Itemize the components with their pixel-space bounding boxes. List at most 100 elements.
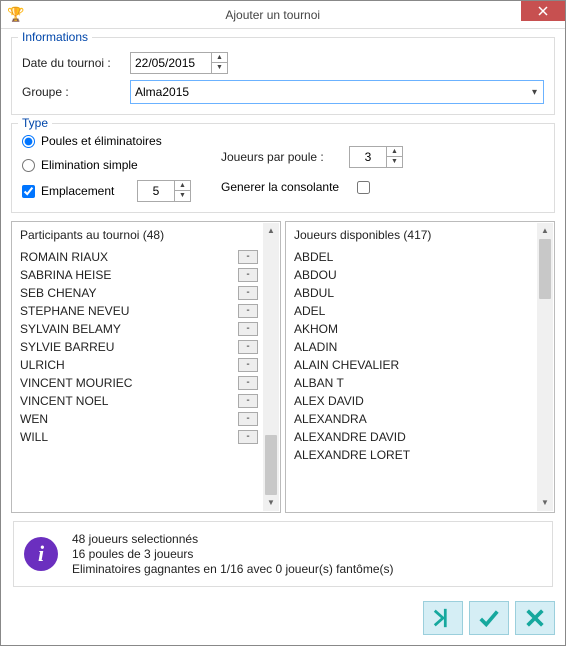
scroll-up-icon[interactable]: ▲ [537,223,553,239]
player-name: ABDOU [294,268,337,282]
checkbox-emplacement[interactable] [22,185,35,198]
list-item[interactable]: ABDOU [294,266,536,284]
remove-button[interactable]: - [238,268,258,282]
group-label: Groupe : [22,85,122,99]
list-item[interactable]: WEN - [20,410,262,428]
list-item[interactable]: ALAIN CHEVALIER [294,356,536,374]
info-panel: i 48 joueurs selectionnés 16 poules de 3… [13,521,553,587]
participants-list: Participants au tournoi (48) ROMAIN RIAU… [11,221,281,513]
list-item[interactable]: ALBAN T [294,374,536,392]
participant-name: SABRINA HEISE [20,268,111,282]
checkbox-consolante[interactable] [357,181,370,194]
available-list: Joueurs disponibles (417) ABDEL ABDOU ABDU… [285,221,555,513]
date-input[interactable]: ▲▼ [130,52,228,74]
consolante-label: Generer la consolante [221,180,351,194]
summary-line3: Eliminatoires gagnantes en 1/16 avec 0 j… [72,562,394,576]
participant-name: VINCENT MOURIEC [20,376,132,390]
emplacement-value[interactable] [138,184,174,198]
date-label: Date du tournoi : [22,56,122,70]
button-bar [1,595,565,645]
list-item[interactable]: ULRICH - [20,356,262,374]
list-item[interactable]: ALEX DAVID [294,392,536,410]
type-group: Type Poules et éliminatoires Elimination… [11,123,555,213]
trophy-icon: 🏆 [7,6,24,23]
remove-button[interactable]: - [238,430,258,444]
player-name: ABDEL [294,250,333,264]
player-name: ADEL [294,304,325,318]
players-per-pool-value[interactable] [350,150,386,164]
scroll-down-icon[interactable]: ▼ [537,495,553,511]
participants-scrollbar[interactable]: ▲ ▼ [263,223,279,511]
list-item[interactable]: SABRINA HEISE - [20,266,262,284]
export-button[interactable] [423,601,463,635]
list-item[interactable]: ADEL [294,302,536,320]
date-field[interactable] [131,56,211,70]
participant-name: SEB CHENAY [20,286,96,300]
type-legend: Type [18,116,52,130]
participant-name: SYLVIE BARREU [20,340,114,354]
list-item[interactable]: ALEXANDRE DAVID [294,428,536,446]
remove-button[interactable]: - [238,250,258,264]
close-button[interactable] [521,1,565,21]
window-title: Ajouter un tournoi [24,8,521,22]
list-item[interactable]: SYLVAIN BELAMY - [20,320,262,338]
remove-button[interactable]: - [238,376,258,390]
chevron-down-icon[interactable]: ▾ [530,87,539,98]
scroll-thumb[interactable] [265,435,277,495]
participant-name: WEN [20,412,48,426]
list-item[interactable]: SEB CHENAY - [20,284,262,302]
list-item[interactable]: WILL- [20,428,262,446]
player-name: ALAIN CHEVALIER [294,358,399,372]
scroll-thumb[interactable] [539,239,551,299]
participant-name: ULRICH [20,358,65,372]
informations-legend: Informations [18,30,92,44]
list-item[interactable]: ALEXANDRE LORET [294,446,536,464]
list-item[interactable]: STEPHANE NEVEU- [20,302,262,320]
radio-elimination-label: Elimination simple [41,158,138,172]
remove-button[interactable]: - [238,412,258,426]
titlebar: 🏆 Ajouter un tournoi [1,1,565,29]
players-per-pool-label: Joueurs par poule : [221,150,341,164]
remove-button[interactable]: - [238,358,258,372]
participant-name: VINCENT NOEL [20,394,108,408]
players-per-pool-spinner[interactable]: ▲▼ [349,146,403,168]
dialog-window: 🏆 Ajouter un tournoi Informations Date d… [0,0,566,646]
available-scrollbar[interactable]: ▲ ▼ [537,223,553,511]
list-item[interactable]: AKHOM [294,320,536,338]
list-item[interactable]: VINCENT MOURIEC - [20,374,262,392]
checkbox-emplacement-label: Emplacement [41,184,131,198]
player-name: ALEX DAVID [294,394,364,408]
radio-poules-label: Poules et éliminatoires [41,134,162,148]
group-field[interactable] [135,85,530,99]
list-item[interactable]: ABDEL [294,248,536,266]
list-item[interactable]: ALEXANDRA [294,410,536,428]
remove-button[interactable]: - [238,322,258,336]
remove-button[interactable]: - [238,304,258,318]
lists-container: Participants au tournoi (48) ROMAIN RIAU… [11,221,555,513]
participant-name: SYLVAIN BELAMY [20,322,121,336]
list-item[interactable]: ROMAIN RIAUX- [20,248,262,266]
remove-button[interactable]: - [238,286,258,300]
emplacement-spinner[interactable]: ▲▼ [137,180,191,202]
list-item[interactable]: ABDUL [294,284,536,302]
radio-poules[interactable] [22,135,35,148]
radio-elimination[interactable] [22,159,35,172]
player-name: AKHOM [294,322,338,336]
summary-line1: 48 joueurs selectionnés [72,532,394,546]
list-item[interactable]: ALADIN [294,338,536,356]
info-icon: i [24,537,58,571]
scroll-down-icon[interactable]: ▼ [263,495,279,511]
remove-button[interactable]: - [238,394,258,408]
group-combobox[interactable]: ▾ [130,80,544,104]
available-header: Joueurs disponibles (417) [286,222,554,248]
cancel-button[interactable] [515,601,555,635]
list-item[interactable]: SYLVIE BARREU - [20,338,262,356]
player-name: ALEXANDRA [294,412,367,426]
remove-button[interactable]: - [238,340,258,354]
confirm-button[interactable] [469,601,509,635]
scroll-up-icon[interactable]: ▲ [263,223,279,239]
player-name: ABDUL [294,286,334,300]
informations-group: Informations Date du tournoi : ▲▼ Groupe… [11,37,555,115]
list-item[interactable]: VINCENT NOEL - [20,392,262,410]
date-spinner[interactable]: ▲▼ [211,53,227,73]
